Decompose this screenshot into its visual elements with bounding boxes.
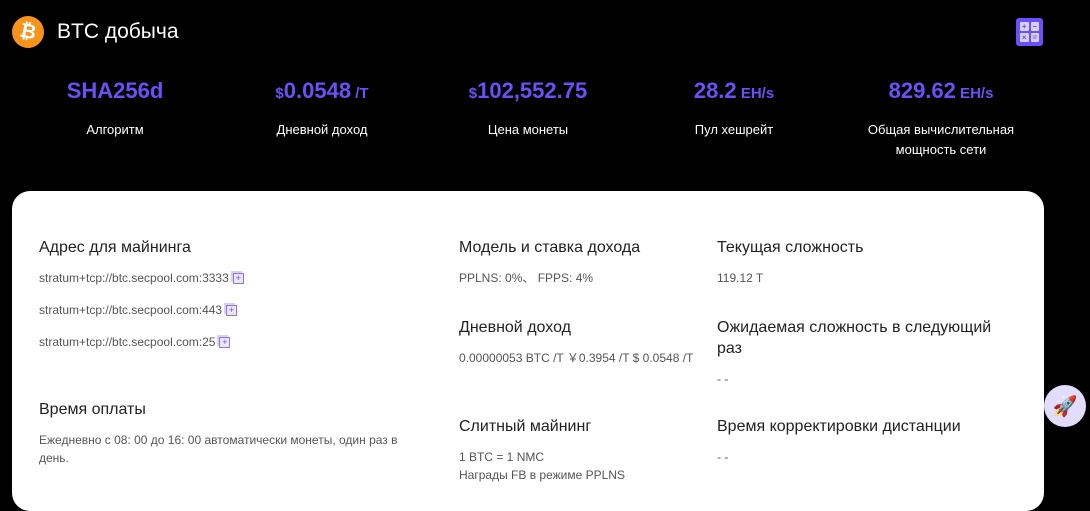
stat-value: 28.2 (693, 78, 737, 103)
address-text: stratum+tcp://btc.secpool.com:443 (39, 303, 223, 317)
stat-pool-hashrate: 28.2 EH/s Пул хешрейт (634, 78, 834, 140)
stat-value: SHA256d (66, 78, 164, 103)
stat-value: 102,552.75 (477, 78, 588, 103)
daily-income-section: Дневной доход 0.00000053 BTC /T ￥0.3954 … (459, 317, 699, 367)
stat-label: Общая вычислительная мощность сети (867, 122, 1015, 157)
stat-value: 0.0548 (283, 78, 352, 103)
section-title: Время оплаты (39, 401, 146, 418)
bitcoin-logo-icon: ₿ (9, 13, 47, 51)
section-text: - - (717, 450, 729, 464)
info-card: Адрес для майнинга stratum+tcp://btc.sec… (12, 191, 1044, 511)
stat-label: Пул хешрейт (694, 122, 774, 137)
stat-value: 829.62 (888, 78, 956, 103)
address-text: stratum+tcp://btc.secpool.com:3333 (39, 271, 229, 285)
stat-prefix: $ (468, 85, 478, 102)
stat-coin-price: $102,552.75 Цена монеты (428, 78, 628, 140)
section-text: PPLNS: 0%、 FPPS: 4% (459, 271, 594, 285)
stat-label: Алгоритм (86, 122, 144, 137)
address-row: stratum+tcp://btc.secpool.com:3333 + (39, 269, 419, 287)
section-title: Модель и ставка дохода (459, 239, 641, 256)
address-row: stratum+tcp://btc.secpool.com:443 + (39, 301, 419, 319)
section-title: Текущая сложность (717, 239, 864, 256)
address-row: stratum+tcp://btc.secpool.com:25 + (39, 333, 419, 351)
stat-label: Цена монеты (487, 122, 569, 137)
section-text: - - (717, 372, 729, 386)
payment-time-section: Время оплаты Ежедневно с 08: 00 до 16: 0… (39, 399, 419, 467)
stat-daily-income: $0.0548 /T Дневной доход (222, 78, 422, 140)
section-text: 1 BTC = 1 NMC (459, 450, 545, 464)
copy-icon[interactable]: + (232, 273, 244, 285)
mining-address-section: Адрес для майнинга stratum+tcp://btc.sec… (39, 237, 419, 351)
stat-prefix: $ (275, 85, 284, 102)
model-section: Модель и ставка дохода PPLNS: 0%、 FPPS: … (459, 237, 699, 287)
section-text: Ежедневно с 08: 00 до 16: 00 автоматичес… (39, 433, 398, 465)
adjust-time-section: Время корректировки дистанции - - (717, 416, 1017, 466)
page-title: BTC добыча (57, 20, 179, 43)
section-title: Дневной доход (459, 319, 571, 336)
section-title: Время корректировки дистанции (717, 418, 961, 435)
rocket-button[interactable]: 🚀 (1044, 385, 1086, 427)
rocket-icon: 🚀 (1052, 395, 1078, 418)
difficulty-section: Текущая сложность 119.12 T (717, 237, 1017, 287)
stat-suffix: EH/s (955, 85, 994, 102)
address-text: stratum+tcp://btc.secpool.com:25 (39, 335, 216, 349)
section-text: 0.00000053 BTC /T ￥0.3954 /T $ 0.0548 /T (459, 351, 694, 365)
copy-icon[interactable]: + (226, 305, 238, 317)
calculator-icon[interactable]: + − × = (1016, 18, 1043, 46)
stat-label: Дневной доход (276, 122, 368, 137)
section-title: Слитный майнинг (459, 418, 592, 435)
section-title: Адрес для майнинга (39, 239, 191, 256)
stat-network-hashrate: 829.62 EH/s Общая вычислительная мощност… (856, 78, 1026, 160)
section-text: 119.12 T (717, 271, 764, 285)
copy-icon[interactable]: + (219, 337, 231, 349)
section-text: Награды FB в режиме PPLNS (459, 468, 625, 482)
section-title: Ожидаемая сложность в следующий раз (717, 319, 992, 357)
header: ₿ BTC добыча (9, 13, 179, 51)
merged-mining-section: Слитный майнинг 1 BTC = 1 NMC Награды FB… (459, 416, 699, 484)
stat-suffix: /T (351, 85, 369, 102)
stat-algorithm: SHA256d Алгоритм (15, 78, 215, 140)
next-difficulty-section: Ожидаемая сложность в следующий раз - - (717, 317, 1017, 388)
stat-suffix: EH/s (736, 85, 775, 102)
